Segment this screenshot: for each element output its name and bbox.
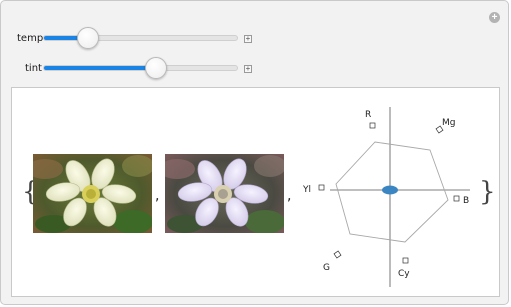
temp-slider[interactable] bbox=[43, 27, 238, 49]
tint-slider-thumb[interactable] bbox=[144, 57, 167, 79]
add-options-icon[interactable]: + bbox=[489, 12, 500, 23]
vertex-g-marker bbox=[333, 250, 342, 259]
vertex-cy-marker bbox=[402, 257, 409, 264]
adjusted-flower-image bbox=[165, 154, 284, 233]
color-hexagon-plot: R Mg Yl B G Cy bbox=[302, 107, 470, 287]
vertex-b-marker bbox=[453, 195, 460, 202]
label-cy: Cy bbox=[398, 269, 410, 279]
label-r: R bbox=[365, 110, 371, 120]
manipulate-panel: + temp + tint + {, , R Mg Yl B G Cy} bbox=[0, 0, 509, 305]
label-yl: Yl bbox=[302, 185, 311, 195]
tint-label: tint bbox=[25, 63, 42, 74]
vertex-yl-marker bbox=[318, 184, 325, 191]
output-area: {, , R Mg Yl B G Cy} bbox=[11, 87, 500, 297]
original-flower-image bbox=[33, 154, 152, 233]
tint-slider-fill bbox=[44, 66, 156, 70]
label-g: G bbox=[323, 263, 330, 273]
label-b: B bbox=[463, 196, 469, 206]
tint-slider[interactable] bbox=[43, 57, 238, 79]
comma-1: , bbox=[155, 188, 160, 204]
close-brace: } bbox=[479, 177, 496, 207]
comma-2: , bbox=[287, 188, 292, 204]
vertex-r-marker bbox=[369, 122, 376, 129]
white-point-marker bbox=[382, 185, 398, 195]
temp-label: temp bbox=[17, 33, 44, 44]
tint-expand-button[interactable]: + bbox=[244, 65, 252, 73]
temp-slider-thumb[interactable] bbox=[77, 27, 100, 49]
label-mg: Mg bbox=[442, 118, 455, 128]
temp-expand-button[interactable]: + bbox=[244, 35, 252, 43]
